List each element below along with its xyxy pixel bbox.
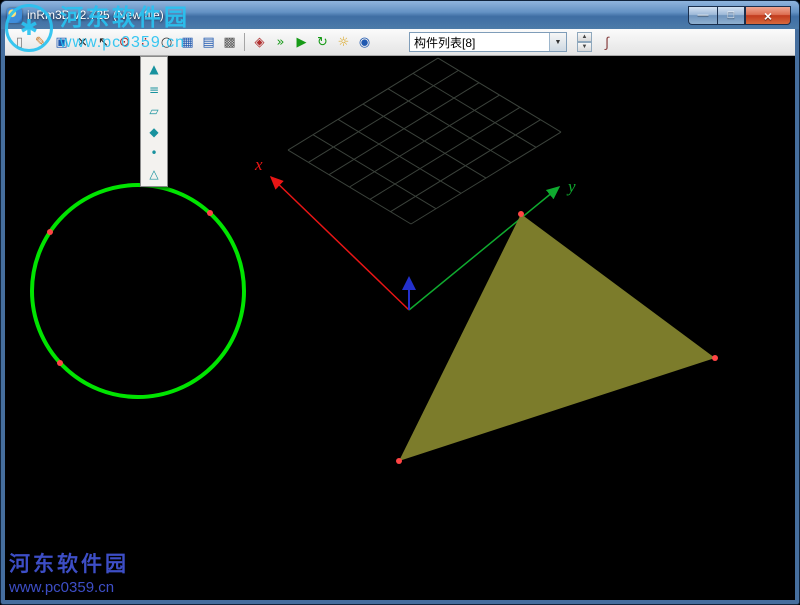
save-button[interactable]: ▣ (52, 32, 72, 52)
layers-tool-icon: ≡ (149, 83, 159, 97)
surface-tool-icon: △ (149, 167, 158, 181)
component-list-combobox[interactable]: 构件列表[8] ▼ (409, 32, 567, 52)
mesh-tool-button[interactable]: ▤ (199, 32, 219, 52)
chevron-down-icon: ▼ (555, 39, 562, 46)
close-button[interactable]: × (745, 6, 791, 25)
spin-up-icon: ▲ (582, 34, 588, 40)
control-point[interactable] (47, 229, 53, 235)
circle-tool-icon: ○ (161, 35, 172, 50)
spinner-control: ▲ ▼ (577, 32, 592, 52)
table-tool-icon: ▩ (223, 35, 235, 50)
assembly-icon: ◈ (255, 35, 265, 50)
x-axis (271, 177, 409, 310)
grid-tool-icon: ▦ (181, 35, 193, 50)
layers-tool-button[interactable]: ≡ (144, 80, 164, 100)
viewport-canvas[interactable]: xy ▲≡▱◆•△ (5, 56, 795, 600)
table-tool-button[interactable]: ▩ (220, 32, 240, 52)
close-icon: × (764, 9, 772, 23)
grid-tool-button[interactable]: ▦ (178, 32, 198, 52)
save-icon: ▣ (55, 35, 67, 50)
combobox-dropdown-button[interactable]: ▼ (549, 33, 566, 51)
node-tool-icon: • (150, 146, 157, 160)
select-cursor-button[interactable]: ↖ (94, 32, 114, 52)
view-button[interactable]: ◉ (355, 32, 375, 52)
circle-shape[interactable] (32, 185, 244, 397)
grid-line (329, 83, 479, 175)
maximize-icon: □ (728, 10, 735, 21)
light-icon: ☼ (338, 35, 350, 50)
control-point[interactable] (712, 355, 718, 361)
refresh-icon: ↻ (317, 35, 328, 50)
y-axis-label: y (566, 177, 576, 196)
new-file-button[interactable]: ▯ (10, 32, 30, 52)
window-title: inRm3D v2.725 (New file) (27, 8, 164, 22)
edit-icon: ✎ (35, 35, 46, 50)
slab-tool-icon: ▱ (149, 104, 158, 118)
titlebar[interactable]: inRm3D v2.725 (New file) — □ × (1, 1, 799, 29)
prism-tool-icon: ◆ (149, 125, 158, 139)
probe-button[interactable]: ∫ (598, 32, 616, 52)
run-icon: ▶ (297, 35, 307, 50)
control-point[interactable] (207, 210, 213, 216)
cone-tool-icon: ▲ (149, 62, 158, 76)
app-window: inRm3D v2.725 (New file) — □ × ▯ ✎ ▣ × ↖ ⊙ ∴ ○ ▦… (0, 0, 800, 605)
app-icon (7, 8, 22, 23)
toolbar: ▯ ✎ ▣ × ↖ ⊙ ∴ ○ ▦ ▤ ▩ ◈ » ▶ ↻ ☼ ◉ 构件列表[8] ▼ ▲ ▼ ∫ (5, 29, 795, 56)
fast-run-button[interactable]: » (271, 32, 291, 52)
control-point[interactable] (396, 458, 402, 464)
combobox-value: 构件列表[8] (410, 34, 549, 51)
mesh-tool-icon: ▤ (202, 35, 214, 50)
point-tool-button[interactable]: ⊙ (115, 32, 135, 52)
light-button[interactable]: ☼ (334, 32, 354, 52)
slab-tool-button[interactable]: ▱ (144, 101, 164, 121)
polyline-tool-button[interactable]: ∴ (136, 32, 156, 52)
window-controls: — □ × (688, 6, 791, 25)
minimize-button[interactable]: — (688, 6, 717, 25)
surface-tool-button[interactable]: △ (144, 164, 164, 184)
refresh-button[interactable]: ↻ (313, 32, 333, 52)
toolbar-separator (244, 33, 245, 51)
scene-svg[interactable]: xy (5, 56, 795, 600)
x-axis-label: x (254, 155, 263, 174)
fast-run-icon: » (277, 35, 285, 50)
select-cursor-icon: ↖ (98, 35, 109, 50)
cone-tool-button[interactable]: ▲ (144, 59, 164, 79)
grid-line (309, 70, 459, 162)
spin-down-icon: ▼ (582, 44, 588, 50)
polyline-tool-icon: ∴ (141, 35, 149, 50)
minimize-icon: — (698, 10, 709, 21)
view-icon: ◉ (359, 35, 370, 50)
prism-tool-button[interactable]: ◆ (144, 122, 164, 142)
circle-tool-button[interactable]: ○ (157, 32, 177, 52)
edit-button[interactable]: ✎ (31, 32, 51, 52)
spin-up-button[interactable]: ▲ (577, 32, 592, 42)
delete-icon: × (77, 35, 88, 50)
maximize-button[interactable]: □ (717, 6, 745, 25)
new-file-icon: ▯ (16, 35, 23, 50)
probe-icon: ∫ (605, 34, 609, 50)
node-tool-button[interactable]: • (144, 143, 164, 163)
point-tool-icon: ⊙ (119, 35, 130, 50)
floating-palette: ▲ ≡ ▱ ◆ • △ (140, 56, 168, 187)
assembly-button[interactable]: ◈ (250, 32, 270, 52)
run-button[interactable]: ▶ (292, 32, 312, 52)
control-point[interactable] (518, 211, 524, 217)
toolbar-icons: ▯ ✎ ▣ × ↖ ⊙ ∴ ○ ▦ ▤ ▩ ◈ » ▶ ↻ ☼ ◉ (9, 32, 375, 52)
spin-down-button[interactable]: ▼ (577, 42, 592, 52)
client-area: ▯ ✎ ▣ × ↖ ⊙ ∴ ○ ▦ ▤ ▩ ◈ » ▶ ↻ ☼ ◉ 构件列表[8] ▼ ▲ ▼ ∫ (5, 29, 795, 600)
control-point[interactable] (57, 360, 63, 366)
grid-line (288, 58, 438, 150)
delete-button[interactable]: × (73, 32, 93, 52)
triangle-shape[interactable] (399, 214, 715, 461)
